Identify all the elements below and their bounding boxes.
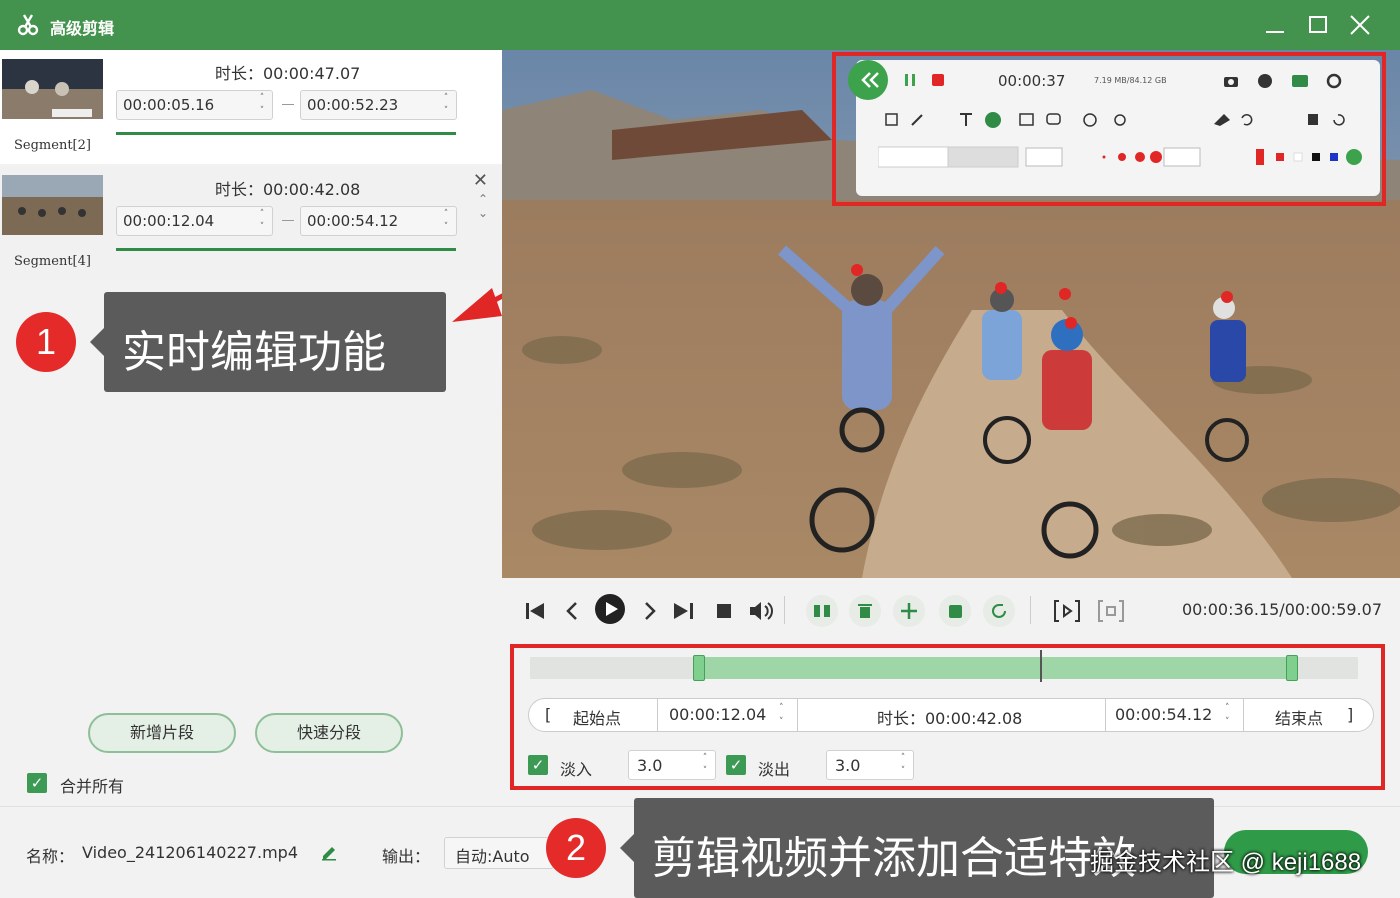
refresh-icon[interactable] xyxy=(983,595,1015,627)
segment-duration: 时长：00:00:42.08 xyxy=(215,180,361,199)
segment-item[interactable]: Segment[4] 时长：00:00:42.08 00:00:12.04 ˄ ˅ … xyxy=(0,166,502,280)
volume-icon[interactable] xyxy=(746,597,774,625)
segment-item[interactable]: Segment[2] 时长：00:00:47.07 00:00:05.16 ˄ ˅ … xyxy=(0,50,502,164)
callout-number-badge: 2 xyxy=(546,818,606,878)
output-label: 输出： xyxy=(382,847,431,866)
minimize-icon[interactable] xyxy=(1262,12,1288,38)
segment-panel: Segment[2] 时长：00:00:47.07 00:00:05.16 ˄ ˅ … xyxy=(0,50,502,806)
close-icon[interactable] xyxy=(1347,12,1373,38)
delete-icon[interactable] xyxy=(849,595,881,627)
highlight-box-recorder xyxy=(832,52,1386,206)
merge-all-label: 合并所有 xyxy=(60,777,125,796)
scissors-logo-icon xyxy=(17,14,39,36)
spin-arrows-icon[interactable]: ˄ ˅ xyxy=(256,208,268,234)
quick-split-button[interactable]: 快速分段 xyxy=(255,713,403,753)
maximize-icon[interactable] xyxy=(1305,12,1331,38)
stop-icon[interactable] xyxy=(710,597,738,625)
segment-progress xyxy=(116,248,456,251)
fit-frame-icon[interactable] xyxy=(1096,597,1126,625)
trim-play-icon[interactable] xyxy=(1052,597,1082,625)
range-dash xyxy=(282,220,294,221)
segment-start-input[interactable]: 00:00:05.16 ˄ ˅ xyxy=(116,90,273,120)
segment-end-input[interactable]: 00:00:54.12 ˄ ˅ xyxy=(300,206,457,236)
segment-progress xyxy=(116,132,456,135)
divider xyxy=(784,596,785,624)
prev-frame-icon[interactable] xyxy=(558,597,586,625)
callout-number-badge: 1 xyxy=(16,312,76,372)
skip-to-end-icon[interactable] xyxy=(670,597,698,625)
highlight-box-editor xyxy=(510,644,1385,790)
add-segment-button[interactable]: 新增片段 xyxy=(88,713,236,753)
edit-icon[interactable] xyxy=(320,843,338,861)
segment-label: Segment[4] xyxy=(14,254,91,269)
spin-arrows-icon[interactable]: ˄ ˅ xyxy=(256,92,268,118)
spin-arrows-icon[interactable]: ˄ ˅ xyxy=(440,92,452,118)
app-title: 高级剪辑 xyxy=(50,19,115,38)
skip-to-start-icon[interactable] xyxy=(522,597,550,625)
split-icon[interactable] xyxy=(806,595,838,627)
copy-icon[interactable] xyxy=(939,595,971,627)
segment-duration: 时长：00:00:47.07 xyxy=(215,64,361,83)
range-dash xyxy=(282,104,294,105)
title-bar: 高级剪辑 xyxy=(0,0,1400,50)
callout-text: 剪辑视频并添加合适特效 xyxy=(652,833,1136,884)
segment-end-input[interactable]: 00:00:52.23 ˄ ˅ xyxy=(300,90,457,120)
add-icon[interactable] xyxy=(893,595,925,627)
callout-realtime-edit: 实时编辑功能 xyxy=(90,292,446,392)
next-frame-icon[interactable] xyxy=(636,597,664,625)
player-timecode: 00:00:36.15/00:00:59.07 xyxy=(1182,600,1382,619)
segment-thumbnail xyxy=(2,175,103,235)
callout-text: 实时编辑功能 xyxy=(122,327,386,378)
output-select[interactable]: 自动:Auto xyxy=(444,837,554,869)
play-icon[interactable] xyxy=(594,593,626,625)
divider xyxy=(1030,596,1031,624)
name-label: 名称： xyxy=(26,847,75,866)
segment-label: Segment[2] xyxy=(14,138,91,153)
output-filename: Video_241206140227.mp4 xyxy=(82,843,298,862)
segment-start-input[interactable]: 00:00:12.04 ˄ ˅ xyxy=(116,206,273,236)
segment-thumbnail xyxy=(2,59,103,119)
watermark: 掘金技术社区 @ keji1688 xyxy=(1090,849,1362,876)
merge-all-checkbox[interactable]: ✓ xyxy=(27,773,47,793)
